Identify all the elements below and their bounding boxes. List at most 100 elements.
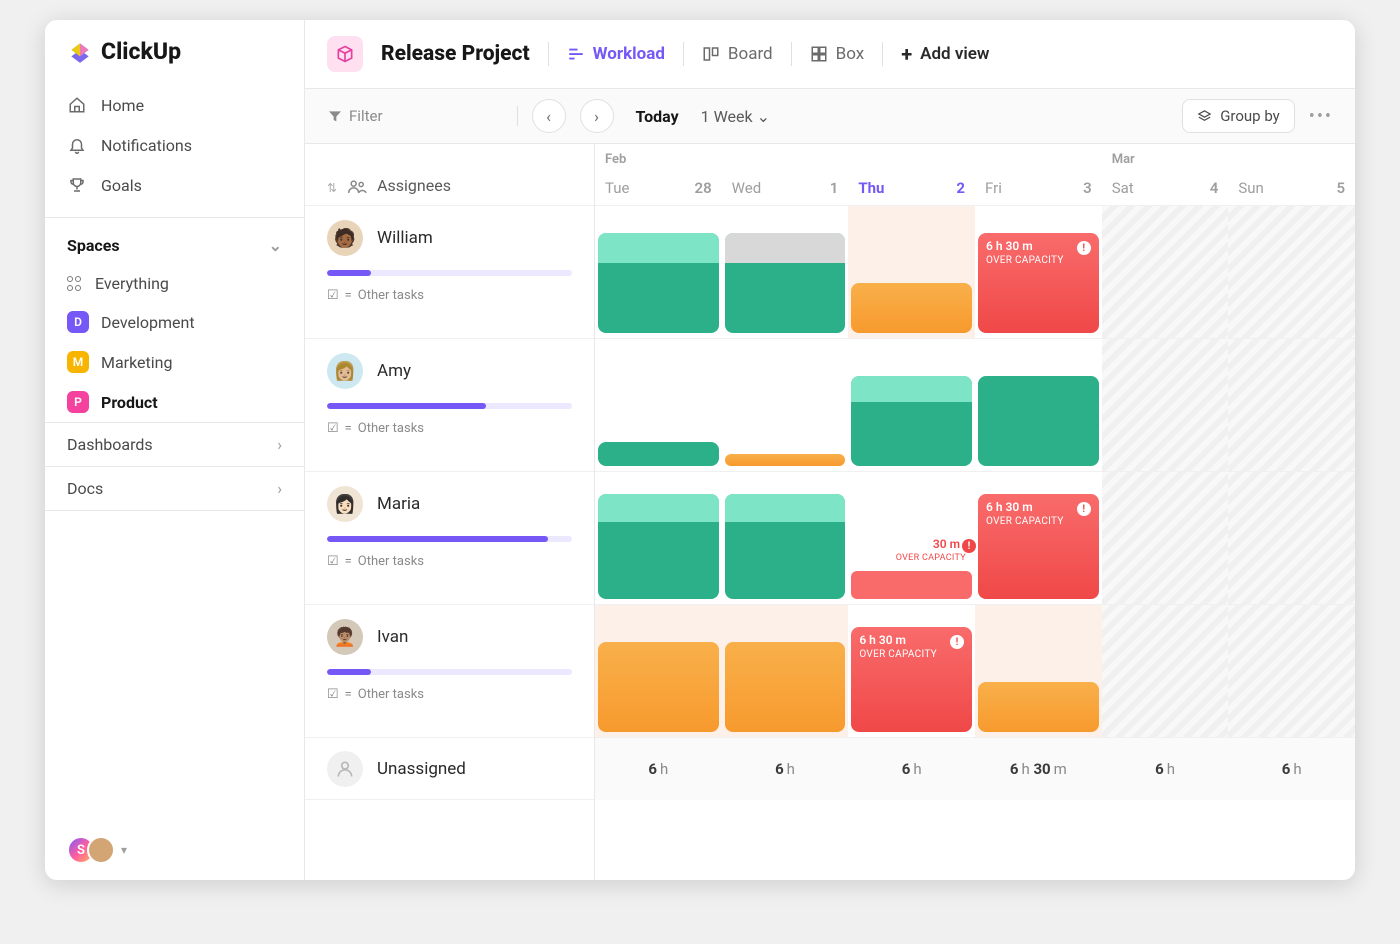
- alert-icon: !: [962, 539, 976, 553]
- everything-icon: [67, 276, 83, 292]
- next-button[interactable]: ›: [580, 99, 614, 133]
- cell[interactable]: [722, 339, 849, 471]
- workload-block-over[interactable]: 30 mOVER CAPACITY!: [851, 571, 972, 599]
- cell[interactable]: 6 h 30 mOVER CAPACITY!: [848, 605, 975, 737]
- space-marketing[interactable]: M Marketing: [45, 342, 304, 382]
- workspace-switcher[interactable]: S ▾: [45, 820, 304, 880]
- workload-block-over[interactable]: 6 h 30 mOVER CAPACITY!: [978, 233, 1099, 333]
- assignee-header[interactable]: ⇅ Assignees: [305, 144, 594, 206]
- workload-block[interactable]: [725, 494, 846, 599]
- day-header[interactable]: Fri3: [975, 144, 1102, 205]
- assignee-row[interactable]: 👩🏼 Amy ☑=Other tasks: [305, 339, 594, 472]
- sidebar-docs[interactable]: Docs ›: [45, 466, 304, 511]
- tab-workload[interactable]: Workload: [567, 44, 665, 64]
- nav-notifications[interactable]: Notifications: [45, 125, 304, 165]
- workload-block[interactable]: [978, 376, 1099, 466]
- day-header-today[interactable]: Thu2: [848, 144, 975, 205]
- assignee-row[interactable]: 🧑🏽‍🦱 Ivan ☑=Other tasks: [305, 605, 594, 738]
- chevron-right-icon: ›: [277, 435, 282, 454]
- cell[interactable]: [595, 605, 722, 737]
- workload-block[interactable]: [598, 642, 719, 732]
- workload-block[interactable]: [851, 283, 972, 333]
- calendar-row: 30 mOVER CAPACITY! 6 h 30 mOVER CAPACITY…: [595, 472, 1355, 605]
- nav-home[interactable]: Home: [45, 85, 304, 125]
- nav-goals[interactable]: Goals: [45, 165, 304, 205]
- nav-label: Home: [101, 96, 144, 115]
- other-tasks-toggle[interactable]: ☑=Other tasks: [327, 554, 572, 569]
- workload-block[interactable]: [851, 376, 972, 466]
- day-header[interactable]: Wed1: [722, 144, 849, 205]
- today-button[interactable]: Today: [636, 107, 679, 126]
- more-button[interactable]: •••: [1309, 106, 1333, 127]
- day-header[interactable]: FebTue28: [595, 144, 722, 205]
- day-header[interactable]: Sun5: [1228, 144, 1355, 205]
- people-icon: [347, 179, 367, 195]
- group-by-button[interactable]: Group by: [1182, 99, 1295, 133]
- tab-label: Box: [836, 44, 865, 64]
- box-icon: [810, 45, 828, 63]
- workload-block-over[interactable]: 6 h 30 mOVER CAPACITY!: [851, 627, 972, 732]
- cell[interactable]: 6 h 30 mOVER CAPACITY!: [975, 472, 1102, 604]
- alert-icon: !: [950, 635, 964, 649]
- unassigned-icon: [327, 751, 363, 787]
- bell-icon: [67, 135, 87, 155]
- sidebar-dashboards[interactable]: Dashboards ›: [45, 422, 304, 466]
- sidebar-everything[interactable]: Everything: [45, 265, 304, 302]
- cell[interactable]: [848, 339, 975, 471]
- tab-box[interactable]: Box: [810, 44, 865, 64]
- alert-icon: !: [1077, 502, 1091, 516]
- other-tasks-toggle[interactable]: ☑=Other tasks: [327, 288, 572, 303]
- capacity-bar: [327, 669, 572, 675]
- cell[interactable]: [595, 339, 722, 471]
- range-dropdown[interactable]: 1 Week ⌄: [701, 107, 770, 126]
- workload-block[interactable]: [978, 682, 1099, 732]
- add-view-button[interactable]: + Add view: [901, 42, 989, 66]
- workload-block-over[interactable]: 6 h 30 mOVER CAPACITY!: [978, 494, 1099, 599]
- workload-block[interactable]: [598, 233, 719, 333]
- cell-weekend: [1102, 472, 1229, 604]
- logo[interactable]: ClickUp: [45, 20, 304, 79]
- footer-cell: 6h: [1228, 738, 1355, 800]
- checklist-icon: ☑: [327, 421, 339, 436]
- prev-button[interactable]: ‹: [532, 99, 566, 133]
- workload-block[interactable]: [598, 494, 719, 599]
- unassigned-label: Unassigned: [377, 759, 466, 779]
- cell[interactable]: [975, 339, 1102, 471]
- assignees-label: Assignees: [377, 176, 451, 195]
- workload-block[interactable]: [725, 642, 846, 732]
- cell[interactable]: 6 h 30 mOVER CAPACITY!: [975, 206, 1102, 338]
- cell[interactable]: 30 mOVER CAPACITY!: [848, 472, 975, 604]
- home-icon: [67, 95, 87, 115]
- cell[interactable]: [848, 206, 975, 338]
- cell[interactable]: [975, 605, 1102, 737]
- assignee-row[interactable]: 👩🏻 Maria ☑=Other tasks: [305, 472, 594, 605]
- filter-button[interactable]: Filter: [327, 107, 383, 125]
- trophy-icon: [67, 175, 87, 195]
- chevron-right-icon: ›: [277, 479, 282, 498]
- cell[interactable]: [722, 605, 849, 737]
- chevron-left-icon: ‹: [546, 107, 551, 126]
- calendar-row: 6 h 30 mOVER CAPACITY!: [595, 206, 1355, 339]
- cell[interactable]: [595, 472, 722, 604]
- assignee-row[interactable]: 🧑🏾 William ☑=Other tasks: [305, 206, 594, 339]
- spaces-label: Spaces: [67, 236, 120, 255]
- other-tasks-toggle[interactable]: ☑=Other tasks: [327, 421, 572, 436]
- assignee-row-unassigned[interactable]: Unassigned: [305, 738, 594, 800]
- cell[interactable]: [722, 206, 849, 338]
- tab-board[interactable]: Board: [702, 44, 773, 64]
- workload-block[interactable]: [598, 442, 719, 466]
- other-tasks-toggle[interactable]: ☑=Other tasks: [327, 687, 572, 702]
- spaces-header[interactable]: Spaces ⌄: [45, 224, 304, 265]
- day-header[interactable]: MarSat4: [1102, 144, 1229, 205]
- dashboards-label: Dashboards: [67, 435, 153, 454]
- space-development[interactable]: D Development: [45, 302, 304, 342]
- workload-block[interactable]: [725, 233, 846, 333]
- tab-label: Board: [728, 44, 773, 64]
- cell[interactable]: [595, 206, 722, 338]
- space-label: Development: [101, 313, 195, 332]
- cell[interactable]: [722, 472, 849, 604]
- workload-block[interactable]: [725, 454, 846, 466]
- cell-weekend: [1228, 206, 1355, 338]
- calendar-row: 6 h 30 mOVER CAPACITY!: [595, 605, 1355, 738]
- space-product[interactable]: P Product: [45, 382, 304, 422]
